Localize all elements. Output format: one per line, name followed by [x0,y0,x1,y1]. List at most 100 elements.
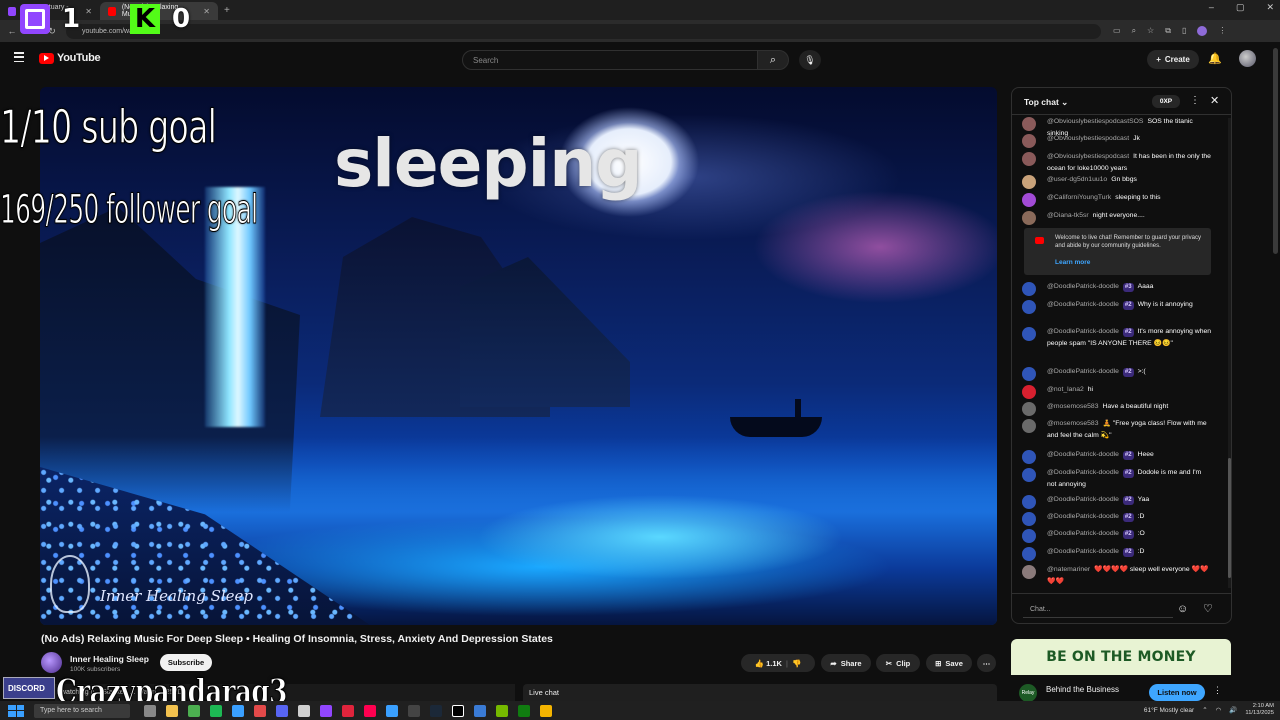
chat-author[interactable]: @ObviouslybestiespodcastSOS [1047,118,1143,125]
steam-icon[interactable] [430,704,442,717]
ad-title[interactable]: Behind the Business [1046,685,1119,694]
close-chat-icon[interactable]: ✕ [1210,94,1219,107]
top-chat-dropdown[interactable]: Top chat ⌄ [1024,97,1068,108]
chat-author[interactable]: @DoodlePatrick-doodle [1047,496,1119,503]
new-tab-button[interactable]: + [224,5,230,16]
menu-icon[interactable] [14,52,24,62]
app-icon[interactable] [408,704,420,717]
chat-avatar[interactable] [1022,450,1036,464]
close-window-button[interactable]: ✕ [1266,2,1274,13]
search-input[interactable]: Search [462,50,758,70]
nvidia-icon[interactable] [496,704,508,717]
tiktok-icon[interactable] [364,704,376,717]
zoom-icon[interactable]: ⌕ [1132,26,1136,36]
chat-avatar[interactable] [1022,134,1036,148]
chat-author[interactable]: @DoodlePatrick-doodle [1047,548,1119,555]
chat-scrollbar[interactable] [1228,118,1231,588]
chat-avatar[interactable] [1022,529,1036,543]
network-icon[interactable]: ◠ [1216,706,1222,714]
channel-name[interactable]: Inner Healing Sleep [70,654,149,664]
chat-author[interactable]: @DoodlePatrick-doodle [1047,328,1119,335]
chat-menu-icon[interactable]: ⋮ [1190,95,1200,106]
kick-app-icon[interactable] [452,704,464,717]
listen-now-button[interactable]: Listen now [1149,684,1205,701]
emoji-icon[interactable]: ☺ [1177,603,1188,615]
video-player[interactable]: sleeping Inner Healing Sleep [40,87,997,625]
cast-icon[interactable]: ▭ [1113,26,1121,36]
chat-avatar[interactable] [1022,512,1036,526]
chat-author[interactable]: @DoodlePatrick-doodle [1047,368,1119,375]
chat-author[interactable]: @DoodlePatrick-doodle [1047,283,1119,290]
chat-scroll-thumb[interactable] [1228,458,1231,578]
discord-icon[interactable] [276,704,288,717]
profile-icon[interactable] [1197,26,1208,36]
share-button[interactable]: ➦ Share [821,654,871,672]
ad-banner[interactable]: BE ON THE MONEY [1011,639,1231,675]
like-button[interactable]: 👍 1.1K [755,659,782,668]
clip-button[interactable]: ✂ Clip [876,654,920,672]
chat-avatar[interactable] [1022,282,1036,296]
chat-author[interactable]: @Obviouslybestiespodcast [1047,153,1129,160]
chat-author[interactable]: @DoodlePatrick-doodle [1047,530,1119,537]
youtube-logo[interactable]: YouTube [39,52,101,64]
learn-more-link[interactable]: Learn more [1055,259,1090,266]
chat-avatar[interactable] [1022,300,1036,314]
chat-author[interactable]: @mosemose583 [1047,420,1098,427]
clock[interactable]: 2:10 AM 11/13/2025 [1245,703,1274,717]
heart-icon[interactable]: ♡ [1203,602,1213,615]
create-button[interactable]: + Create [1147,50,1199,69]
app-icon[interactable] [342,704,354,717]
subscribe-button[interactable]: Subscribe [160,654,212,671]
task-view-icon[interactable] [144,704,156,717]
volume-icon[interactable]: 🔊 [1229,706,1237,714]
maximize-button[interactable]: ▢ [1236,2,1245,13]
chat-author[interactable]: @DoodlePatrick-doodle [1047,301,1119,308]
chat-avatar[interactable] [1022,327,1036,341]
chat-author[interactable]: @DoodlePatrick-doodle [1047,513,1119,520]
weather-status[interactable]: 61°F Mostly clear [1144,707,1194,714]
windows-start-icon[interactable] [8,704,24,717]
ad-more-icon[interactable]: ⋮ [1213,685,1222,696]
channel-avatar[interactable] [41,652,62,673]
spotify-icon[interactable] [210,704,222,717]
app-icon[interactable] [298,704,310,717]
live-chat-strip[interactable]: Live chat [523,684,997,701]
chat-avatar[interactable] [1022,565,1036,579]
chat-avatar[interactable] [1022,402,1036,416]
chat-avatar[interactable] [1022,211,1036,225]
account-avatar[interactable] [1239,50,1256,67]
chat-author[interactable]: @user-dg5dn1uu1o [1047,176,1107,183]
url-field[interactable]: youtube.com/watch?v=... [66,23,1101,39]
back-icon[interactable]: ← [6,26,18,36]
chat-avatar[interactable] [1022,117,1036,131]
close-tab-icon[interactable]: ✕ [203,7,210,16]
chat-avatar[interactable] [1022,175,1036,189]
extensions-icon[interactable]: ⧉ [1165,26,1171,36]
bookmark-star-icon[interactable]: ☆ [1147,26,1154,36]
chat-author[interactable]: @not_lana2 [1047,386,1084,393]
xp-badge[interactable]: 0XP [1152,95,1180,108]
chat-author[interactable]: @Diana-tk5sr [1047,212,1089,219]
taskbar-search[interactable]: Type here to search [34,703,130,718]
chat-avatar[interactable] [1022,547,1036,561]
chat-avatar[interactable] [1022,193,1036,207]
chat-author[interactable]: @CaliforniYoungTurk [1047,194,1111,201]
edge-icon[interactable] [232,704,244,717]
chat-author[interactable]: @mosemose583 [1047,403,1098,410]
sidebar-icon[interactable]: ▯ [1182,26,1186,36]
more-actions-button[interactable]: ⋯ [977,654,996,672]
chat-avatar[interactable] [1022,152,1036,166]
voice-search-button[interactable]: 🎙 [799,50,821,70]
chat-avatar[interactable] [1022,468,1036,482]
xbox-icon[interactable] [518,704,530,717]
app-icon[interactable] [540,704,552,717]
chat-avatar[interactable] [1022,495,1036,509]
minimize-button[interactable]: – [1209,2,1214,13]
chat-input[interactable]: Chat... [1023,602,1173,618]
chat-author[interactable]: @DoodlePatrick-doodle [1047,469,1119,476]
tab-twitch[interactable]: veuSanctuary - Twitch ✕ [0,2,100,20]
chat-avatar[interactable] [1022,367,1036,381]
close-tab-icon[interactable]: ✕ [85,7,92,16]
tray-arrow-icon[interactable]: ⌃ [1202,706,1207,714]
chat-avatar[interactable] [1022,419,1036,433]
